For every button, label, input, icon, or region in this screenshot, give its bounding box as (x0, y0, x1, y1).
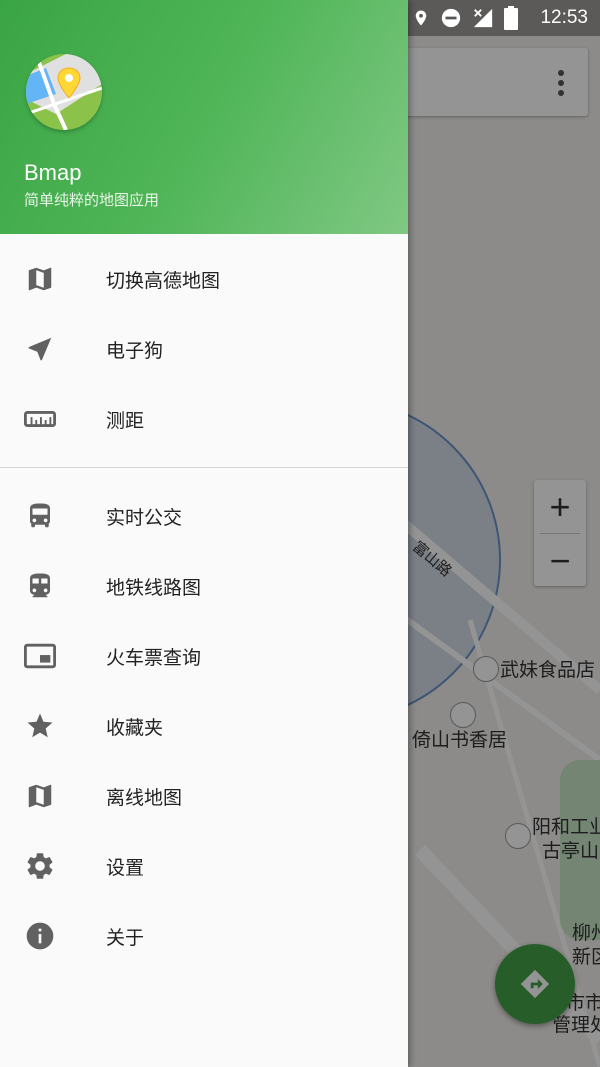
menu-item-label: 收藏夹 (106, 716, 164, 739)
menu-divider (0, 467, 408, 468)
menu-item-label: 离线地图 (106, 786, 183, 809)
ruler-icon (24, 403, 56, 435)
menu-item-train-tickets[interactable]: 火车票查询 (0, 621, 408, 691)
menu-item-label: 火车票查询 (106, 646, 202, 669)
drawer-menu: 切换高德地图 电子狗 测距 实时公交 地铁线路图 火车票查询 收藏夹 离线地图 … (0, 234, 408, 971)
map-icon (24, 263, 56, 295)
location-icon (415, 10, 427, 26)
app-description: 简单纯粹的地图应用 (24, 191, 160, 209)
menu-item-label: 电子狗 (106, 339, 164, 362)
battery-icon (504, 6, 518, 30)
menu-item-label: 切换高德地图 (106, 269, 221, 292)
menu-item-offline-map[interactable]: 离线地图 (0, 761, 408, 831)
menu-item-label: 关于 (106, 926, 145, 949)
menu-item-switch-amap[interactable]: 切换高德地图 (0, 244, 408, 314)
app-logo (26, 54, 102, 130)
menu-item-label: 实时公交 (106, 506, 183, 529)
subway-icon (24, 570, 56, 602)
menu-item-subway-map[interactable]: 地铁线路图 (0, 551, 408, 621)
menu-item-favorites[interactable]: 收藏夹 (0, 691, 408, 761)
gear-icon (24, 850, 56, 882)
picture-in-picture-icon (24, 640, 56, 672)
bus-icon (24, 500, 56, 532)
app-name: Bmap (24, 160, 82, 185)
menu-item-label: 测距 (106, 409, 145, 432)
map-icon (24, 780, 56, 812)
menu-item-settings[interactable]: 设置 (0, 831, 408, 901)
menu-item-about[interactable]: 关于 (0, 901, 408, 971)
signal-icon (473, 8, 493, 28)
menu-item-label: 设置 (106, 856, 145, 879)
info-icon (24, 920, 56, 952)
star-icon (24, 710, 56, 742)
drawer-header: Bmap 简单纯粹的地图应用 (0, 0, 408, 234)
navigation-drawer: Bmap 简单纯粹的地图应用 切换高德地图 电子狗 测距 实时公交 地铁线路图 … (0, 0, 408, 1067)
navigation-arrow-icon (24, 333, 56, 365)
menu-item-measure-distance[interactable]: 测距 (0, 384, 408, 454)
menu-item-speed-camera[interactable]: 电子狗 (0, 314, 408, 384)
menu-item-label: 地铁线路图 (106, 576, 202, 599)
status-time: 12:53 (540, 7, 588, 28)
dnd-icon (441, 8, 461, 28)
menu-item-realtime-bus[interactable]: 实时公交 (0, 481, 408, 551)
